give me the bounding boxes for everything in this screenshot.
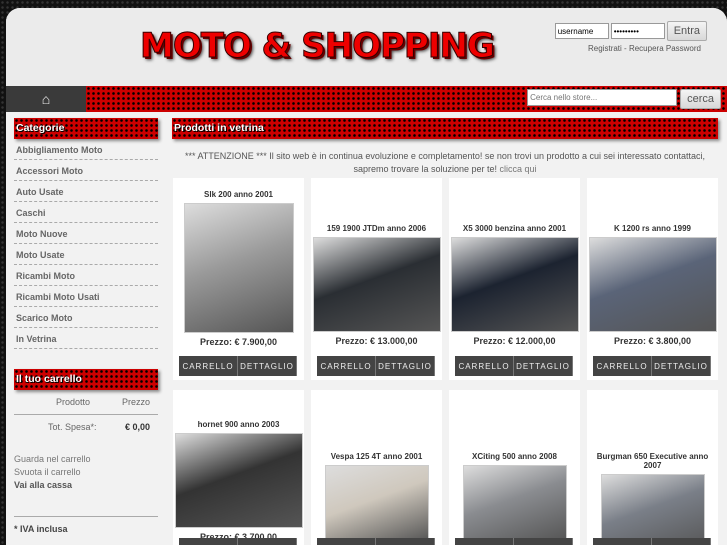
cart-header-row: Prodotto Prezzo	[14, 390, 158, 414]
account-links: Registrati - Recupera Password	[588, 44, 701, 53]
product-card: Slk 200 anno 2001 Prezzo: € 7.900,00 CAR…	[173, 178, 304, 380]
product-image[interactable]	[174, 433, 303, 528]
add-to-cart-button[interactable]: CARRELLO	[317, 538, 376, 545]
login-form: Entra	[554, 21, 707, 41]
col-price: Prezzo	[121, 397, 150, 407]
product-title[interactable]: hornet 900 anno 2003	[173, 420, 304, 429]
detail-button[interactable]: DETTAGLIO	[514, 538, 573, 545]
add-to-cart-button[interactable]: CARRELLO	[455, 538, 514, 545]
product-card: hornet 900 anno 2003 Prezzo: € 3.700,00 …	[173, 390, 304, 545]
password-input[interactable]	[610, 23, 665, 39]
detail-button[interactable]: DETTAGLIO	[238, 356, 297, 376]
cart-panel: Il tuo carrello Prodotto Prezzo Tot. Spes…	[14, 369, 158, 534]
notice-text: *** ATTENZIONE *** Il sito web è in cont…	[184, 151, 706, 174]
product-title[interactable]: Burgman 650 Executive anno 2007	[587, 452, 718, 470]
product-image[interactable]	[462, 465, 567, 542]
product-image[interactable]	[183, 203, 294, 333]
checkout-link[interactable]: Vai alla cassa	[14, 479, 158, 492]
product-card: K 1200 rs anno 1999 Prezzo: € 3.800,00 C…	[587, 178, 718, 380]
contact-link[interactable]: clicca qui	[500, 164, 537, 174]
login-button[interactable]: Entra	[666, 21, 707, 41]
product-price: Prezzo: € 7.900,00	[199, 337, 278, 347]
product-card: Burgman 650 Executive anno 2007 Prezzo: …	[587, 390, 718, 545]
product-image[interactable]	[324, 465, 429, 542]
main-heading: Prodotti in vetrina	[172, 118, 718, 139]
category-item[interactable]: Abbigliamento Moto	[14, 139, 158, 160]
detail-button[interactable]: DETTAGLIO	[238, 538, 297, 545]
category-item[interactable]: Ricambi Moto	[14, 265, 158, 286]
col-product: Prodotto	[56, 397, 91, 407]
categories-heading: Categorie	[14, 118, 158, 139]
add-to-cart-button[interactable]: CARRELLO	[179, 538, 238, 545]
category-item[interactable]: Scarico Moto	[14, 307, 158, 328]
category-item[interactable]: Moto Nuove	[14, 223, 158, 244]
category-item[interactable]: Ricambi Moto Usati	[14, 286, 158, 307]
product-card: Vespa 125 4T anno 2001 Prezzo: € 1.000,0…	[311, 390, 442, 545]
view-cart-link[interactable]: Guarda nel carrello	[14, 453, 158, 466]
separator: -	[624, 44, 627, 53]
category-item[interactable]: Caschi	[14, 202, 158, 223]
product-title[interactable]: Slk 200 anno 2001	[173, 190, 304, 199]
add-to-cart-button[interactable]: CARRELLO	[317, 356, 376, 376]
site-logo[interactable]: MOTO & SHOPPING	[140, 26, 496, 67]
category-item[interactable]: Auto Usate	[14, 181, 158, 202]
category-item[interactable]: In Vetrina	[14, 328, 158, 349]
product-image[interactable]	[312, 237, 441, 332]
cart-heading: Il tuo carrello	[14, 369, 158, 390]
product-price: Prezzo: € 13.000,00	[335, 336, 418, 346]
add-to-cart-button[interactable]: CARRELLO	[593, 356, 652, 376]
recover-password-link[interactable]: Recupera Password	[629, 44, 701, 53]
username-input[interactable]	[554, 23, 609, 39]
product-card: XCiting 500 anno 2008 Prezzo: € 3.000,00…	[449, 390, 580, 545]
product-title[interactable]: K 1200 rs anno 1999	[587, 224, 718, 233]
search-button[interactable]: cerca	[680, 89, 721, 109]
detail-button[interactable]: DETTAGLIO	[376, 538, 435, 545]
detail-button[interactable]: DETTAGLIO	[652, 356, 711, 376]
product-title[interactable]: XCiting 500 anno 2008	[449, 452, 580, 461]
total-value: € 0,00	[124, 422, 150, 432]
detail-button[interactable]: DETTAGLIO	[652, 538, 711, 545]
divider	[14, 516, 158, 517]
product-card: X5 3000 benzina anno 2001 Prezzo: € 12.0…	[449, 178, 580, 380]
detail-button[interactable]: DETTAGLIO	[376, 356, 435, 376]
product-card: 159 1900 JTDm anno 2006 Prezzo: € 13.000…	[311, 178, 442, 380]
product-title[interactable]: Vespa 125 4T anno 2001	[311, 452, 442, 461]
search-input[interactable]	[527, 89, 678, 106]
add-to-cart-button[interactable]: CARRELLO	[593, 538, 652, 545]
nav-bar: ⌂ cerca	[6, 86, 727, 112]
category-item[interactable]: Accessori Moto	[14, 160, 158, 181]
total-label: Tot. Spesa*:	[48, 422, 97, 432]
home-icon: ⌂	[41, 91, 51, 107]
header: MOTO & SHOPPING Entra Registrati - Recup…	[6, 8, 727, 86]
product-image[interactable]	[588, 237, 717, 332]
category-item[interactable]: Moto Usate	[14, 244, 158, 265]
main-content: Prodotti in vetrina *** ATTENZIONE *** I…	[172, 118, 718, 545]
product-title[interactable]: X5 3000 benzina anno 2001	[449, 224, 580, 233]
empty-cart-link[interactable]: Svuota il carrello	[14, 466, 158, 479]
home-button[interactable]: ⌂	[6, 86, 86, 112]
cart-total-row: Tot. Spesa*: € 0,00	[14, 415, 158, 439]
product-price: Prezzo: € 12.000,00	[473, 336, 556, 346]
register-link[interactable]: Registrati	[588, 44, 622, 53]
page: MOTO & SHOPPING Entra Registrati - Recup…	[6, 8, 727, 545]
sidebar: Categorie Abbigliamento Moto Accessori Mo…	[14, 118, 158, 534]
detail-button[interactable]: DETTAGLIO	[514, 356, 573, 376]
vat-note: * IVA inclusa	[14, 524, 68, 534]
product-price: Prezzo: € 3.800,00	[613, 336, 692, 346]
add-to-cart-button[interactable]: CARRELLO	[455, 356, 514, 376]
product-title[interactable]: 159 1900 JTDm anno 2006	[311, 224, 442, 233]
product-image[interactable]	[600, 474, 705, 545]
add-to-cart-button[interactable]: CARRELLO	[179, 356, 238, 376]
search-form: cerca	[527, 89, 721, 109]
product-image[interactable]	[450, 237, 579, 332]
notice: *** ATTENZIONE *** Il sito web è in cont…	[172, 150, 718, 176]
category-list: Abbigliamento Moto Accessori Moto Auto Usa…	[14, 139, 158, 349]
